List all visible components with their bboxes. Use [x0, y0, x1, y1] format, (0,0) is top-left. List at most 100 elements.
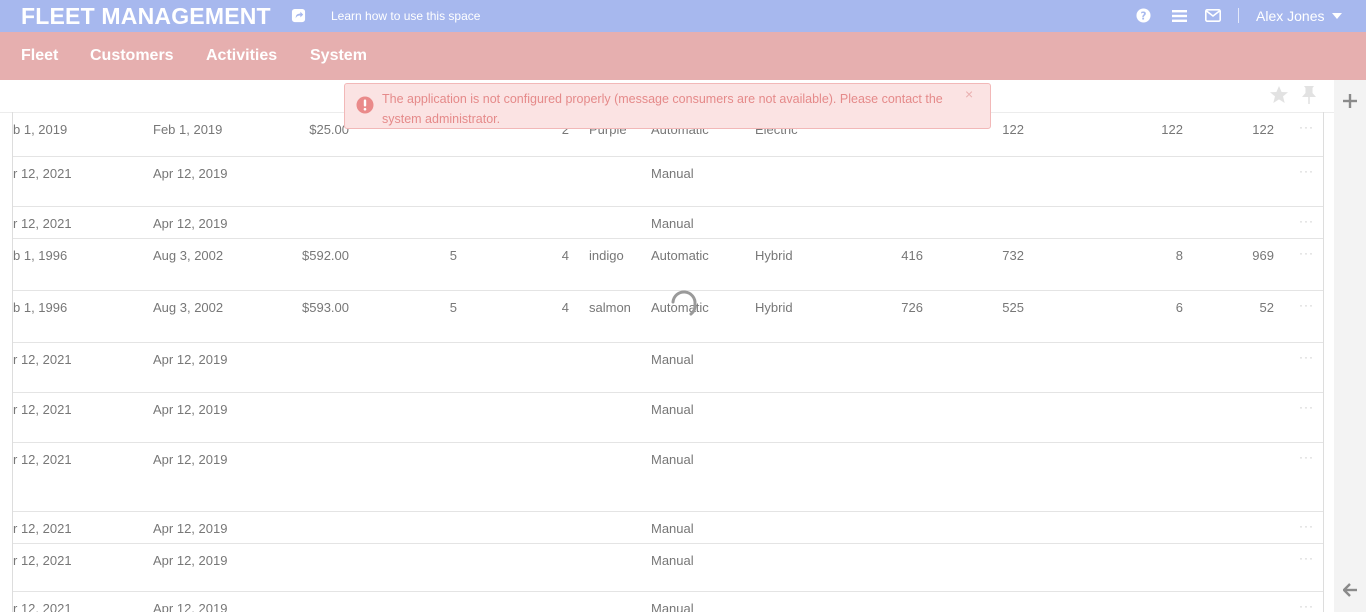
cell-date: r 12, 2021	[13, 402, 72, 417]
cell-count: 5	[449, 248, 457, 263]
cell-num-b: 732	[1002, 248, 1024, 263]
cell-date-2: Feb 1, 2019	[153, 122, 223, 137]
arrow-left-icon[interactable]	[1343, 583, 1357, 597]
cell-price: $592.00	[302, 248, 349, 263]
cell-transmission: Manual	[651, 521, 694, 536]
learn-link[interactable]: Learn how to use this space	[331, 9, 480, 23]
table-row[interactable]: r 12, 2021 Apr 12, 2019 Manual ···	[13, 392, 1323, 443]
nav-item-customers[interactable]: Customers	[90, 47, 174, 65]
exclamation-circle-icon	[356, 96, 374, 114]
row-actions-icon[interactable]: ···	[1299, 519, 1314, 533]
row-actions-icon[interactable]: ···	[1299, 298, 1314, 312]
cell-transmission: Manual	[651, 452, 694, 467]
cell-transmission: Manual	[651, 402, 694, 417]
cell-transmission: Manual	[651, 216, 694, 231]
cell-transmission: Manual	[651, 553, 694, 568]
cell-num-c: 8	[1175, 248, 1183, 263]
table-row[interactable]: r 12, 2021 Apr 12, 2019 Manual ···	[13, 543, 1323, 592]
cell-transmission: Automatic	[651, 248, 709, 263]
row-actions-icon[interactable]: ···	[1299, 214, 1314, 228]
cell-date: r 12, 2021	[13, 352, 72, 367]
cell-date-2: Apr 12, 2019	[153, 402, 228, 417]
cell-num-d: 969	[1252, 248, 1274, 263]
cell-num-d: 52	[1259, 300, 1274, 315]
user-menu[interactable]: Alex Jones	[1256, 8, 1324, 24]
data-grid: b 1, 2019 Feb 1, 2019 $25.00 2 Purple Au…	[12, 112, 1324, 612]
nav-item-fleet[interactable]: Fleet	[21, 47, 58, 65]
cell-price: $25.00	[309, 122, 349, 137]
cell-date-2: Apr 12, 2019	[153, 216, 228, 231]
cell-date: r 12, 2021	[13, 216, 72, 231]
nav-item-activities[interactable]: Activities	[206, 47, 277, 65]
cell-date-2: Apr 12, 2019	[153, 352, 228, 367]
menu-icon[interactable]	[1172, 9, 1187, 23]
cell-date: r 12, 2021	[13, 166, 72, 181]
main-nav: Fleet Customers Activities System	[0, 32, 1366, 80]
cell-count: 5	[449, 300, 457, 315]
row-actions-icon[interactable]: ···	[1299, 246, 1314, 260]
cell-fuel: Hybrid	[755, 300, 793, 315]
table-row[interactable]: r 12, 2021 Apr 12, 2019 Manual ···	[13, 206, 1323, 239]
right-sidebar-rail	[1334, 80, 1366, 612]
header-divider	[1238, 8, 1239, 23]
cell-date-2: Apr 12, 2019	[153, 166, 228, 181]
nav-item-system[interactable]: System	[310, 47, 367, 65]
star-icon[interactable]	[1269, 85, 1289, 105]
cell-num-b: 525	[1002, 300, 1024, 315]
cell-num-a: 726	[901, 300, 923, 315]
cell-date: r 12, 2021	[13, 452, 72, 467]
help-icon[interactable]: ?	[1136, 8, 1151, 23]
cell-doors: 4	[561, 248, 569, 263]
cell-date: b 1, 2019	[13, 122, 68, 137]
table-row[interactable]: b 1, 1996 Aug 3, 2002 $592.00 5 4 indigo…	[13, 238, 1323, 291]
cell-date-2: Apr 12, 2019	[153, 452, 228, 467]
pin-icon[interactable]	[1300, 85, 1318, 105]
cell-num-c: 122	[1161, 122, 1183, 137]
cell-date-2: Aug 3, 2002	[153, 300, 224, 315]
cell-doors: 4	[561, 300, 569, 315]
row-actions-icon[interactable]: ···	[1299, 164, 1314, 178]
cell-color: salmon	[589, 300, 631, 315]
row-actions-icon[interactable]: ···	[1299, 599, 1314, 612]
cell-date-2: Apr 12, 2019	[153, 601, 228, 612]
table-row[interactable]: r 12, 2021 Apr 12, 2019 Manual ···	[13, 511, 1323, 544]
cell-date: b 1, 1996	[13, 300, 68, 315]
plus-icon[interactable]	[1343, 94, 1357, 108]
cell-color: indigo	[589, 248, 624, 263]
table-row[interactable]: b 1, 1996 Aug 3, 2002 $593.00 5 4 salmon…	[13, 290, 1323, 343]
table-row[interactable]: r 12, 2021 Apr 12, 2019 Manual ···	[13, 591, 1323, 612]
close-icon[interactable]: ×	[965, 86, 973, 102]
alert-message: The application is not configured proper…	[382, 92, 943, 126]
cell-date: b 1, 1996	[13, 248, 68, 263]
cell-transmission: Manual	[651, 352, 694, 367]
app-brand[interactable]: FLEET MANAGEMENT	[21, 3, 271, 30]
cell-date: r 12, 2021	[13, 521, 72, 536]
table-row[interactable]: r 12, 2021 Apr 12, 2019 Manual ···	[13, 156, 1323, 207]
row-actions-icon[interactable]: ···	[1299, 350, 1314, 364]
caret-down-icon[interactable]	[1332, 13, 1342, 19]
cell-price: $593.00	[302, 300, 349, 315]
table-row[interactable]: r 12, 2021 Apr 12, 2019 Manual ···	[13, 342, 1323, 393]
cell-date-2: Aug 3, 2002	[153, 248, 224, 263]
row-actions-icon[interactable]: ···	[1299, 120, 1314, 134]
svg-text:?: ?	[1141, 10, 1147, 22]
row-actions-icon[interactable]: ···	[1299, 551, 1314, 565]
cell-transmission: Manual	[651, 601, 694, 612]
mail-icon[interactable]	[1205, 9, 1221, 22]
error-alert: The application is not configured proper…	[344, 83, 991, 129]
cell-date: r 12, 2021	[13, 601, 72, 612]
cell-num-d: 122	[1252, 122, 1274, 137]
row-actions-icon[interactable]: ···	[1299, 400, 1314, 414]
cell-transmission: Manual	[651, 166, 694, 181]
cell-date-2: Apr 12, 2019	[153, 521, 228, 536]
table-row[interactable]: r 12, 2021 Apr 12, 2019 Manual ···	[13, 442, 1323, 512]
top-bar: FLEET MANAGEMENT Learn how to use this s…	[0, 0, 1366, 32]
row-actions-icon[interactable]: ···	[1299, 450, 1314, 464]
share-icon[interactable]	[291, 8, 306, 23]
cell-num-a: 416	[901, 248, 923, 263]
cell-date-2: Apr 12, 2019	[153, 553, 228, 568]
cell-date: r 12, 2021	[13, 553, 72, 568]
cell-fuel: Hybrid	[755, 248, 793, 263]
loading-spinner	[671, 290, 697, 316]
cell-num-c: 6	[1175, 300, 1183, 315]
